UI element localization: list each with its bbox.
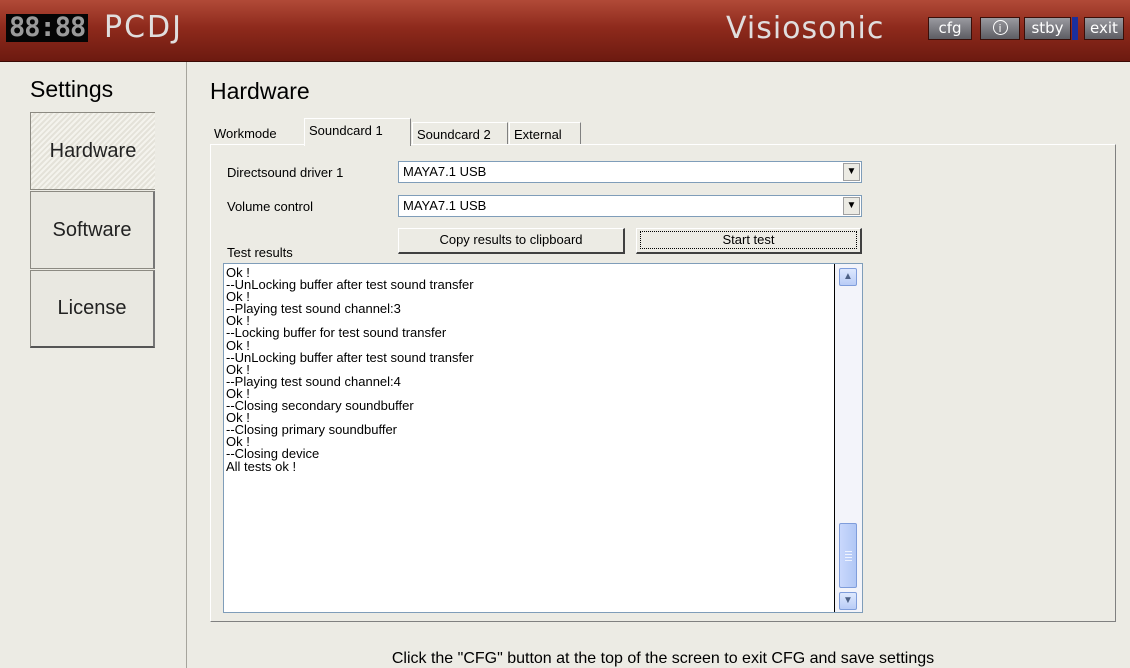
footer-hint: Click the "CFG" button at the top of the…: [391, 650, 935, 667]
page-title: Hardware: [210, 78, 310, 104]
scroll-up-icon[interactable]: ▲: [839, 268, 857, 286]
brand-logo: Visiosonic: [726, 11, 885, 46]
copy-results-button[interactable]: Copy results to clipboard: [398, 228, 625, 254]
volume-select[interactable]: MAYA7.1 USB ▼: [398, 195, 862, 217]
start-test-label: Start test: [640, 231, 857, 249]
sidebar-item-hardware[interactable]: Hardware: [30, 112, 155, 190]
clock-display: 88:88: [6, 14, 89, 42]
app-name: PCDJ: [104, 10, 183, 45]
volume-label: Volume control: [227, 199, 313, 214]
tab-external[interactable]: External: [509, 122, 581, 145]
result-line: --Locking buffer for test sound transfer: [226, 325, 447, 341]
sidebar-item-license[interactable]: License: [30, 270, 155, 348]
test-results-textarea[interactable]: Ok ! --UnLocking buffer after test sound …: [223, 263, 863, 613]
results-text: Ok ! --UnLocking buffer after test sound …: [224, 264, 835, 612]
result-line: --Closing primary soundbuffer: [226, 422, 397, 438]
result-line: --Closing secondary soundbuffer: [226, 398, 414, 414]
standby-indicator: [1072, 17, 1078, 40]
settings-sidebar: Settings Hardware Software License: [0, 62, 187, 668]
result-line: --UnLocking buffer after test sound tran…: [226, 277, 474, 293]
scrollbar[interactable]: ▲ ▼: [835, 264, 862, 612]
info-icon: i: [992, 20, 1008, 35]
result-line: --Closing device: [226, 446, 320, 462]
standby-button[interactable]: stby: [1024, 17, 1071, 40]
result-line: --Playing test sound channel:3: [226, 301, 401, 317]
start-test-button[interactable]: Start test: [636, 228, 862, 254]
info-button[interactable]: i: [980, 17, 1020, 40]
chevron-down-icon[interactable]: ▼: [843, 163, 860, 181]
sidebar-item-label: License: [57, 297, 127, 319]
driver-label: Directsound driver 1: [227, 165, 344, 180]
title-bar: 88:88 PCDJ Visiosonic cfg i stby exit: [0, 0, 1130, 62]
exit-button[interactable]: exit: [1084, 17, 1124, 40]
result-line: --UnLocking buffer after test sound tran…: [226, 349, 474, 365]
driver-select[interactable]: MAYA7.1 USB ▼: [398, 161, 862, 183]
scroll-down-icon[interactable]: ▼: [839, 592, 857, 610]
driver-select-value: MAYA7.1 USB: [403, 164, 487, 179]
result-line: All tests ok !: [226, 458, 297, 474]
tab-soundcard-1[interactable]: Soundcard 1: [304, 118, 411, 146]
tab-workmode[interactable]: Workmode: [210, 122, 302, 145]
volume-select-value: MAYA7.1 USB: [403, 198, 487, 213]
scroll-thumb[interactable]: [839, 523, 857, 588]
result-line: --Playing test sound channel:4: [226, 373, 401, 389]
sidebar-item-label: Hardware: [49, 139, 137, 162]
chevron-down-icon[interactable]: ▼: [843, 197, 860, 215]
tab-soundcard-2[interactable]: Soundcard 2: [412, 122, 508, 145]
test-results-label: Test results: [227, 245, 293, 260]
sidebar-item-software[interactable]: Software: [30, 191, 155, 269]
sidebar-item-label: Software: [52, 218, 132, 241]
cfg-button[interactable]: cfg: [928, 17, 972, 40]
settings-title: Settings: [30, 76, 114, 102]
